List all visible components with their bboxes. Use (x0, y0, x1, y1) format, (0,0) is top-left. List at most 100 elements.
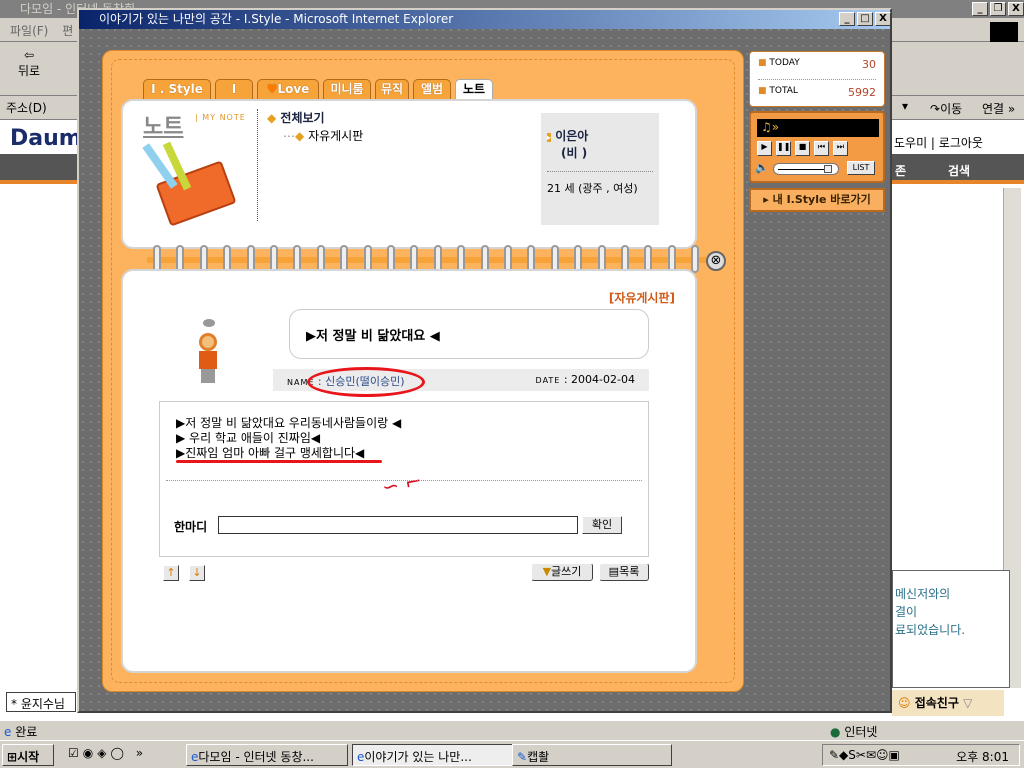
address-dropdown[interactable]: ▾ (902, 99, 918, 117)
arrow-down-icon: ↓ (192, 566, 202, 579)
go-button[interactable]: ↷이동 (930, 100, 962, 117)
total-count: 5992 (848, 86, 876, 99)
author-avatar (193, 319, 223, 391)
post-title-bubble: ▶저 정말 비 닮았대요 ◀ (289, 309, 649, 359)
list-button[interactable]: ▤목록 (599, 563, 649, 581)
minimize-button: _ (839, 12, 855, 26)
red-circle-annotation (307, 367, 425, 397)
maximize-button: □ (857, 12, 873, 26)
friends-online-button[interactable]: ☺ 접속친구 ▽ (892, 690, 1004, 716)
nav-search[interactable]: 검색 (948, 162, 970, 179)
bullet-icon: ◆ (295, 129, 305, 143)
tab-miniroom[interactable]: 미니룸 (323, 79, 371, 99)
write-button[interactable]: ▼글쓰기 (531, 563, 593, 581)
status-bar: e 완료 ● 인터넷 (0, 720, 1024, 740)
popup-title-bar[interactable]: 이야기가 있는 나만의 공간 - I.Style - Microsoft Int… (79, 10, 890, 29)
post-body-box: ▶저 정말 비 닮았대요 우리동네사람들이랑 ◀ ▶ 우리 학교 애들이 진짜임◀… (159, 401, 649, 557)
bullet-icon: ◆ (267, 111, 277, 125)
post-date: : 2004-02-04 (563, 373, 635, 386)
play-button[interactable]: ▶ (757, 141, 772, 156)
tab-bar: I . Style I ♥Love 미니룸 뮤직 앨범 노트 (143, 79, 503, 101)
system-tray: ✎◆S✂✉☺▣ 오후 8:01 (822, 744, 1020, 766)
red-underline-annotation (176, 460, 382, 463)
profile-name: 이은아 (555, 129, 589, 143)
chat-input[interactable]: * 윤지수님 (6, 692, 76, 712)
tab-istyle[interactable]: I . Style (143, 79, 211, 99)
heart-icon: ♥ (266, 82, 278, 96)
arrow-icon: ▸ (547, 133, 552, 142)
smiley-icon: ☺ (898, 696, 911, 710)
pause-button[interactable]: ❚❚ (776, 141, 791, 156)
comment-label: 한마디 (174, 520, 208, 534)
ie-icon: e (4, 725, 12, 739)
start-button[interactable]: ⊞시작 (2, 744, 54, 766)
date-label: DATE (535, 376, 561, 385)
quick-launch[interactable]: ☑◉◈◯ » (68, 746, 147, 760)
tab-music[interactable]: 뮤직 (375, 79, 409, 99)
tree-all-view[interactable]: ◆ 전체보기 (267, 109, 325, 126)
note-title: 노트 (143, 115, 184, 140)
windows-flag-icon: ⊞ (7, 750, 18, 764)
back-arrow-icon: ⇦ (24, 48, 35, 62)
prev-post-button[interactable]: ↑ (163, 565, 179, 581)
board-name[interactable]: [자유게시판] (609, 289, 675, 306)
playlist-button[interactable]: LIST (847, 161, 875, 175)
previous-button[interactable]: ⏮ (814, 141, 829, 156)
my-istyle-shortcut-button[interactable]: ▸ 내 I.Style 바로가기 (749, 188, 885, 212)
links-button[interactable]: 연결 » (982, 100, 1015, 117)
volume-slider[interactable] (773, 163, 839, 175)
back-label: 뒤로 (18, 64, 41, 78)
background-window-controls[interactable]: _ ❐ X (972, 2, 1024, 16)
post-body: ▶저 정말 비 닮았대요 우리동네사람들이랑 ◀ ▶ 우리 학교 애들이 진짜임◀… (176, 416, 402, 460)
volume-icon: 🔈 (755, 161, 769, 174)
next-post-button[interactable]: ↓ (189, 565, 205, 581)
tab-album[interactable]: 앨범 (413, 79, 451, 99)
close-circle-icon[interactable]: ⊗ (706, 251, 726, 271)
profile-info: 21 세 (광주 , 여성) (547, 171, 653, 196)
stop-button[interactable]: ■ (795, 141, 810, 156)
profile-nickname: (비 ) (561, 146, 588, 160)
nav-zone[interactable]: 존 (895, 162, 906, 179)
tab-i[interactable]: I (215, 79, 253, 99)
globe-icon: ● (830, 725, 841, 739)
help-logout-links[interactable]: 도우미 | 로그아웃 (894, 134, 983, 151)
menu-file[interactable]: 파일(F) (10, 24, 48, 38)
daum-logo: Daum (10, 126, 82, 151)
menu-edit[interactable]: 편 (62, 24, 73, 38)
profile-box: ▸ 이은아 (비 ) 21 세 (광주 , 여성) (541, 113, 659, 225)
messenger-panel: 메신저와의 결이 료되었습니다. (892, 570, 1010, 688)
player-controls: ▶ ❚❚ ■ ⏮ ⏭ (757, 141, 848, 156)
spiral-ring (691, 245, 700, 273)
note-subtitle: | MY NOTE (195, 113, 246, 122)
scribble-annotation: ∽ ⌐ (380, 468, 424, 500)
next-button[interactable]: ⏭ (833, 141, 848, 156)
player-display: ♫» (757, 119, 879, 137)
istyle-popup-window: 이야기가 있는 나만의 공간 - I.Style - Microsoft Int… (77, 8, 892, 713)
comment-input[interactable] (218, 516, 578, 534)
taskbar-item-capture[interactable]: ✎캡촬 (512, 744, 672, 766)
internet-zone: ● 인터넷 (830, 725, 878, 739)
popup-window-controls[interactable]: _ □ X (839, 12, 891, 26)
confirm-button[interactable]: 확인 (582, 516, 622, 534)
tab-note[interactable]: 노트 (455, 79, 493, 99)
chevron-down-icon: ▽ (963, 696, 973, 710)
back-button[interactable]: ⇦ 뒤로 (18, 48, 40, 79)
clock: 오후 8:01 (956, 750, 1009, 764)
taskbar-item-damoim[interactable]: e다모임 - 인터넷 동창... (186, 744, 348, 766)
arrow-up-icon: ↑ (166, 566, 176, 579)
visitor-counter: ■ TODAY 30 ■ TOTAL 5992 (749, 51, 885, 107)
notebook-icon (142, 141, 241, 227)
windows-logo (990, 22, 1018, 42)
top-section: I . Style I ♥Love 미니룸 뮤직 앨범 노트 노트 | MY N… (121, 79, 697, 251)
taskbar-item-istyle[interactable]: e이야기가 있는 나만... (352, 744, 514, 766)
list-icon: ▤ (608, 565, 620, 578)
today-count: 30 (862, 58, 876, 71)
music-player: ♫» ▶ ❚❚ ■ ⏮ ⏭ 🔈 LIST (749, 111, 885, 183)
address-label: 주소(D) (6, 101, 47, 115)
tray-icons[interactable]: ✎◆S✂✉☺▣ (829, 748, 900, 762)
tree-free-board[interactable]: ⋯◆ 자유게시판 (283, 127, 363, 144)
total-label: ■ TOTAL (758, 86, 798, 96)
close-button: X (875, 12, 891, 26)
tab-love[interactable]: ♥Love (257, 79, 319, 99)
today-label: ■ TODAY (758, 58, 800, 68)
